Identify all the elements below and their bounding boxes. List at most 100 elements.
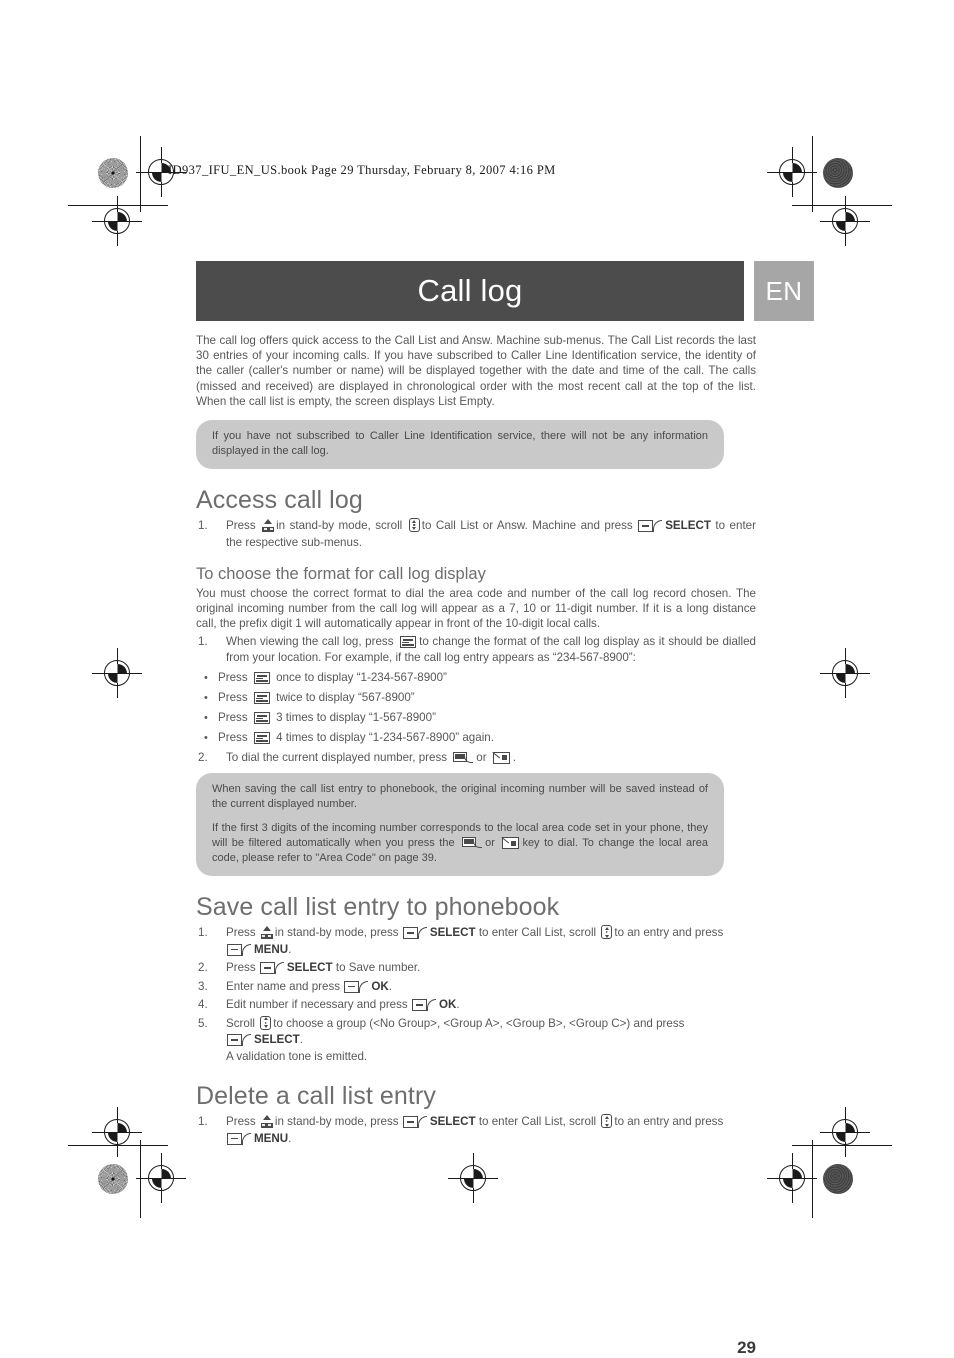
step-text: . bbox=[456, 998, 460, 1012]
key-label-ok: OK bbox=[371, 979, 389, 993]
page-number: 29 bbox=[737, 1338, 756, 1357]
bullet-text: 3 times to display “1-567-8900” bbox=[276, 710, 436, 724]
softkey-icon bbox=[402, 1116, 428, 1129]
step-number: 2. bbox=[198, 750, 208, 764]
access-call-log-steps: 1. Press in stand-by mode, scroll to Call… bbox=[196, 518, 756, 551]
registration-mark-lower-right bbox=[820, 1107, 870, 1157]
subsection-heading-call-log-format: To choose the format for call log displa… bbox=[196, 565, 486, 584]
list-item: 3. Enter name and press OK. bbox=[196, 979, 756, 996]
scroll-key-icon bbox=[408, 518, 420, 533]
talk-key-icon bbox=[453, 751, 474, 764]
key-label-select: SELECT bbox=[429, 1115, 476, 1129]
step-text: to Save number. bbox=[335, 961, 421, 975]
menu-key-icon bbox=[262, 519, 275, 533]
list-item: 2. To dial the current displayed number, … bbox=[196, 750, 756, 767]
step-text: to an entry and press bbox=[614, 1115, 724, 1129]
list-item: Press twice to display “567-8900” bbox=[196, 688, 756, 708]
note-box-2-paragraph-1: When saving the call list entry to phone… bbox=[212, 783, 708, 811]
bullet-text: Press bbox=[218, 730, 248, 744]
step-text: Enter name and press bbox=[226, 979, 341, 993]
step-note: A validation tone is emitted. bbox=[226, 1049, 368, 1063]
list-item: 4. Edit number if necessary and press OK. bbox=[196, 997, 756, 1014]
bullet-text: Press bbox=[218, 670, 248, 684]
step-text: Scroll bbox=[226, 1016, 255, 1030]
step-text: to choose a group (<No Group>, <Group A>… bbox=[273, 1016, 685, 1030]
registration-mark-top-right bbox=[767, 147, 817, 197]
format-bullet-list: Press once to display “1-234-567-8900” P… bbox=[196, 668, 756, 748]
step-text: Press bbox=[226, 1115, 256, 1129]
language-badge: EN bbox=[754, 261, 814, 321]
note-box-2-paragraph-2: If the first 3 digits of the incoming nu… bbox=[212, 821, 708, 866]
softkey-icon bbox=[227, 1034, 252, 1047]
registration-mark-middle-left bbox=[92, 648, 142, 698]
crop-line-horizontal-lower-left bbox=[68, 1145, 168, 1147]
key-label-select: SELECT bbox=[429, 926, 476, 940]
format-steps: 1. When viewing the call log, press to ch… bbox=[196, 634, 756, 667]
key-label-select: SELECT bbox=[665, 519, 711, 533]
softkey-icon bbox=[344, 980, 369, 993]
save-entry-steps: 1. Press in stand-by mode, press SELECT t… bbox=[196, 925, 756, 1065]
step-text: Press bbox=[226, 926, 256, 940]
registration-mark-middle-right bbox=[820, 648, 870, 698]
scroll-key-icon bbox=[601, 925, 613, 940]
list-item: Press once to display “1-234-567-8900” bbox=[196, 668, 756, 688]
section-heading-access-call-log: Access call log bbox=[196, 486, 363, 515]
step-text: Press bbox=[226, 519, 256, 533]
softkey-icon bbox=[411, 999, 437, 1012]
list-item: 1. When viewing the call log, press to ch… bbox=[196, 634, 756, 667]
bullet-text: Press bbox=[218, 690, 248, 704]
list-item: Press 4 times to display “1-234-567-8900… bbox=[196, 728, 756, 748]
delete-entry-steps: 1. Press in stand-by mode, press SELECT t… bbox=[196, 1114, 756, 1147]
crop-line-horizontal-upper-left bbox=[68, 205, 168, 207]
crop-line-horizontal-upper-right bbox=[792, 205, 892, 207]
step-text: in stand-by mode, press bbox=[274, 926, 399, 940]
menu-key-icon bbox=[260, 1115, 273, 1129]
registration-mark-upper-right bbox=[820, 196, 870, 246]
step-text: . bbox=[288, 942, 292, 956]
key-label-menu: MENU bbox=[254, 942, 289, 956]
page-title: Call log bbox=[417, 273, 523, 308]
step-text: in stand-by mode, scroll bbox=[276, 519, 403, 533]
format-dial-step: 2. To dial the current displayed number, … bbox=[196, 750, 756, 767]
softkey-icon bbox=[402, 927, 428, 940]
step-text: in stand-by mode, press bbox=[274, 1115, 399, 1129]
talk-key-icon bbox=[462, 837, 483, 849]
step-text: Press bbox=[226, 961, 256, 975]
registration-mark-lower-left bbox=[92, 1107, 142, 1157]
section-heading-delete-call-list-entry: Delete a call list entry bbox=[196, 1082, 436, 1111]
chapter-header: Call log EN bbox=[196, 261, 814, 321]
note-box-2: When saving the call list entry to phone… bbox=[196, 773, 724, 877]
step-text: . bbox=[288, 1131, 292, 1145]
key-label-select: SELECT bbox=[254, 1033, 300, 1047]
step-number: 4. bbox=[198, 998, 208, 1012]
step-number: 2. bbox=[198, 961, 208, 975]
step-number: 5. bbox=[198, 1016, 208, 1030]
section-heading-save-call-list-entry: Save call list entry to phonebook bbox=[196, 893, 560, 922]
chapter-title-banner: Call log bbox=[196, 261, 744, 321]
registration-mark-bottom-left bbox=[136, 1153, 186, 1203]
format-key-icon bbox=[400, 635, 417, 648]
step-text: to an entry and press bbox=[614, 926, 724, 940]
list-item: Press 3 times to display “1-567-8900” bbox=[196, 708, 756, 728]
step-number: 1. bbox=[198, 519, 208, 533]
softkey-icon bbox=[638, 520, 663, 533]
step-number: 1. bbox=[198, 1115, 208, 1129]
step-text: to Call List or Answ. Machine and press bbox=[421, 519, 633, 533]
step-text: . bbox=[299, 1033, 303, 1047]
step-text: . bbox=[512, 750, 517, 764]
step-text: to enter Call List, scroll bbox=[478, 926, 597, 940]
key-label-select: SELECT bbox=[286, 961, 333, 975]
halftone-dot-bottom-left bbox=[98, 1164, 128, 1194]
format-paragraph: You must choose the correct format to di… bbox=[196, 587, 756, 631]
halftone-dot-top-right bbox=[823, 158, 853, 188]
softkey-icon bbox=[259, 962, 285, 975]
list-item: 1. Press in stand-by mode, scroll to Call… bbox=[196, 518, 756, 551]
scroll-key-icon bbox=[601, 1114, 613, 1129]
bullet-text: Press bbox=[218, 710, 248, 724]
language-badge-label: EN bbox=[765, 275, 803, 306]
step-text: When viewing the call log, press bbox=[226, 634, 394, 648]
format-key-icon bbox=[253, 731, 270, 744]
menu-key-icon bbox=[260, 926, 273, 940]
step-number: 1. bbox=[198, 634, 208, 648]
halftone-dot-top-left bbox=[98, 158, 128, 188]
